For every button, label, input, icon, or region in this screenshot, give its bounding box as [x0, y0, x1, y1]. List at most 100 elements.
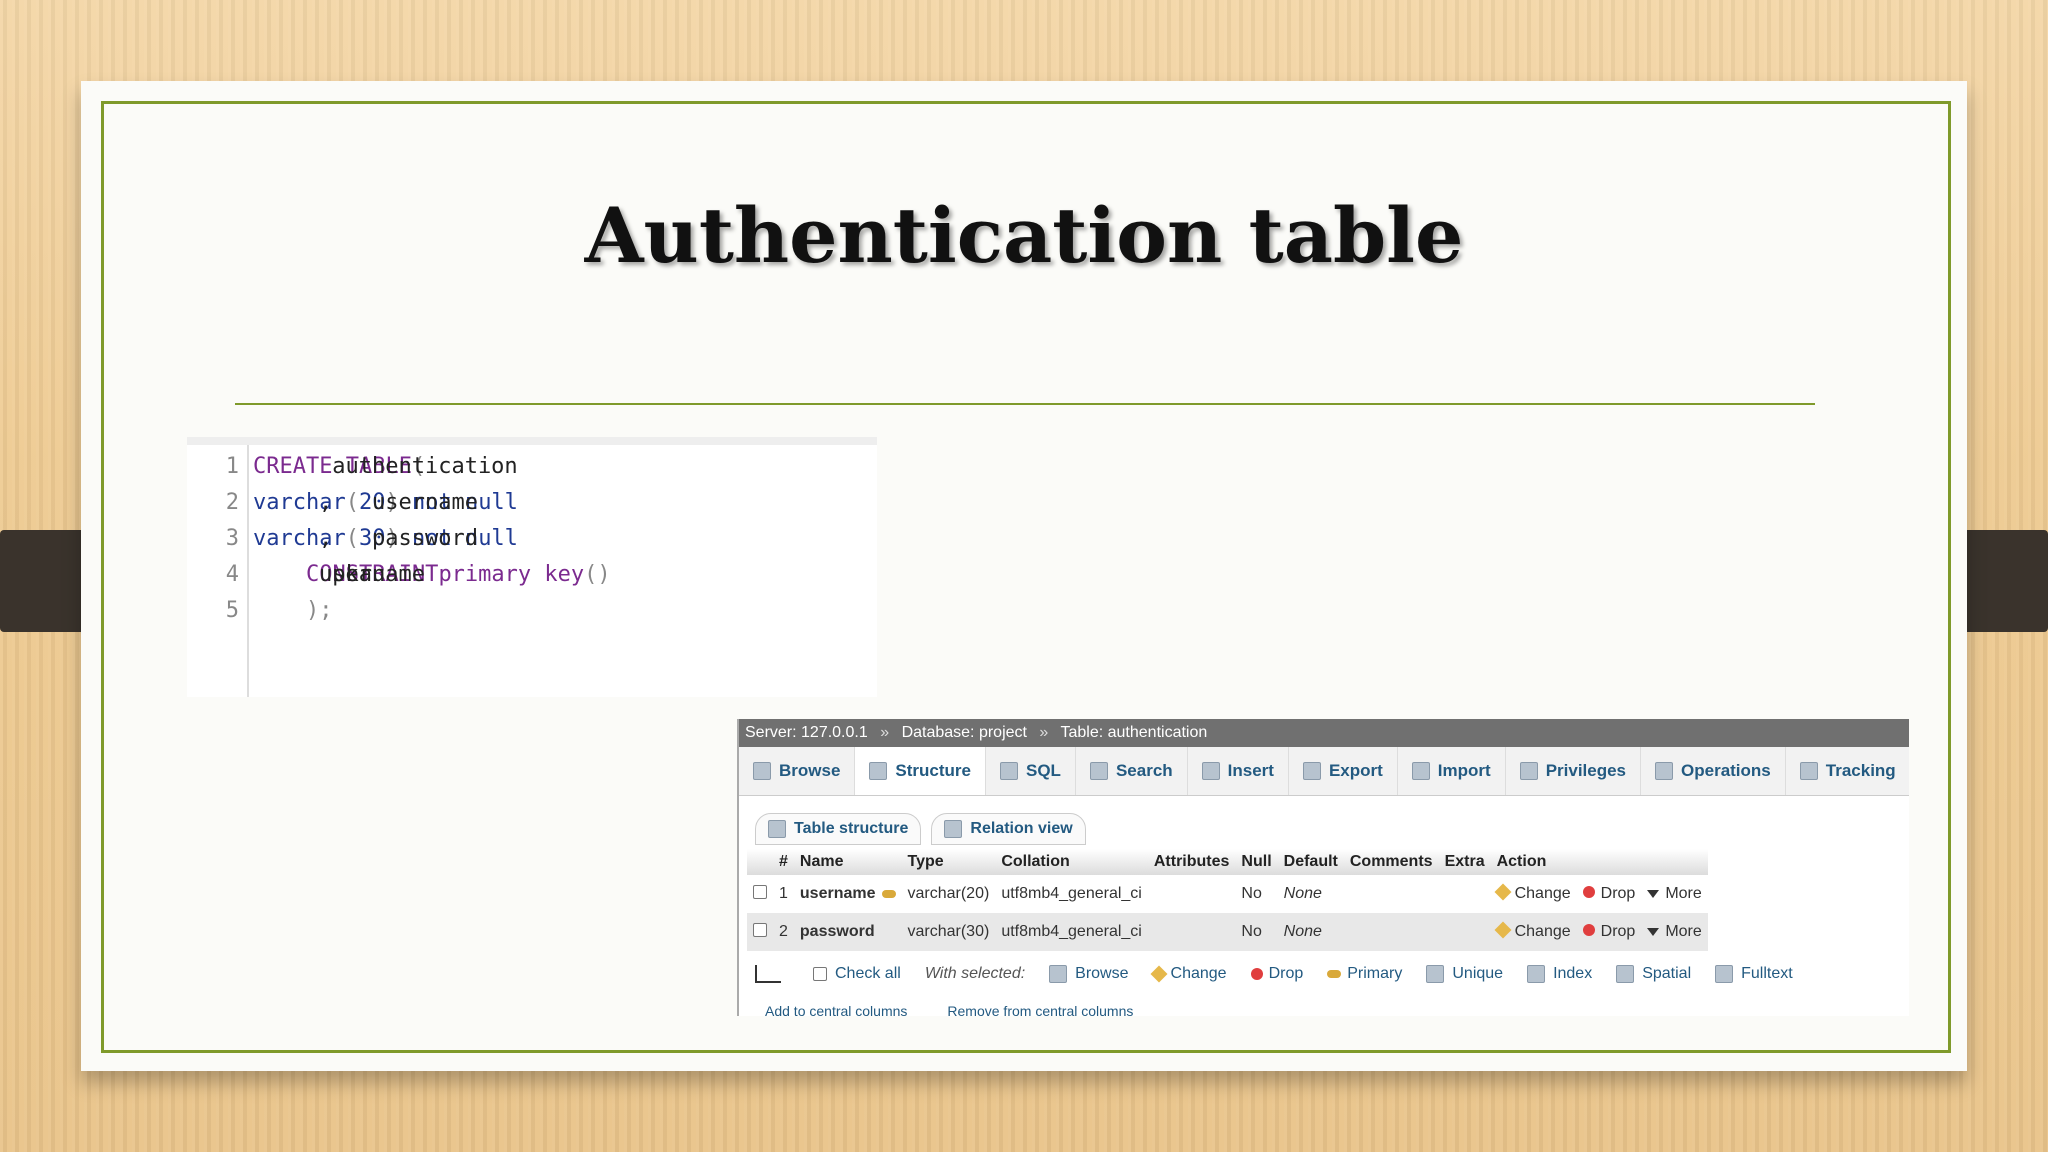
bulk-fulltext-button[interactable]: Fulltext: [1715, 965, 1793, 983]
subtabs: Table structure Relation view: [755, 813, 1086, 845]
remove-central-columns-link[interactable]: Remove from central columns: [947, 1003, 1133, 1016]
bulk-drop-button[interactable]: Drop: [1250, 965, 1304, 983]
subtab-label: Table structure: [794, 820, 909, 837]
row-checkbox[interactable]: [753, 884, 767, 899]
row-null: No: [1241, 885, 1262, 902]
relation-icon: [944, 820, 963, 838]
drop-icon: [1582, 886, 1595, 898]
central-columns-bar: Add to central columns Remove from centr…: [765, 1003, 1133, 1016]
row-extra: [1439, 875, 1491, 913]
bulk-label: Drop: [1268, 965, 1304, 982]
export-icon: [1302, 762, 1321, 780]
privileges-icon: [1519, 762, 1538, 780]
check-all-checkbox[interactable]: [813, 967, 827, 981]
tab-label: SQL: [1026, 761, 1061, 780]
drop-action[interactable]: Drop: [1576, 913, 1642, 951]
row-num: 1: [779, 885, 788, 902]
sql-code-block: 1 CREATE TABLE authentication (2 username…: [187, 437, 877, 697]
action-label: Change: [1514, 885, 1571, 902]
tab-label: Browse: [779, 761, 841, 780]
bulk-unique-button[interactable]: Unique: [1426, 965, 1503, 983]
header-action: Action: [1490, 849, 1708, 875]
add-central-columns-link[interactable]: Add to central columns: [765, 1003, 907, 1016]
bulk-label: Browse: [1075, 965, 1129, 982]
bulk-primary-button[interactable]: Primary: [1327, 965, 1402, 983]
browse-icon: [1049, 965, 1068, 983]
check-all-label: Check all: [835, 965, 901, 982]
unique-icon: [1426, 965, 1445, 983]
drop-action[interactable]: Drop: [1577, 875, 1642, 913]
more-action[interactable]: More: [1641, 913, 1708, 951]
breadcrumb-table[interactable]: Table: authentication: [1060, 724, 1207, 741]
line-number: 1: [225, 454, 239, 479]
header-null: Null: [1235, 849, 1278, 875]
row-collation: utf8mb4_general_ci: [1001, 885, 1142, 902]
tab-label: Structure: [895, 761, 971, 780]
tab-export[interactable]: Export: [1289, 747, 1398, 795]
sql-icon: [1000, 762, 1018, 780]
spatial-icon: [1616, 965, 1635, 983]
row-comments: [1344, 875, 1439, 913]
row-num: 2: [773, 913, 794, 951]
line-number: 2: [225, 490, 239, 515]
row-checkbox[interactable]: [753, 922, 767, 937]
with-selected-label: With selected:: [924, 965, 1026, 982]
row-attributes: [1147, 913, 1236, 951]
line-number: 3: [225, 526, 239, 551]
tab-label: Import: [1437, 761, 1491, 780]
subtab-relation-view[interactable]: Relation view: [931, 813, 1086, 845]
change-action[interactable]: Change: [1491, 875, 1577, 913]
line-number: 5: [225, 598, 239, 623]
more-action[interactable]: More: [1641, 875, 1707, 913]
drop-icon: [1582, 924, 1595, 936]
row-default: None: [1283, 885, 1322, 902]
tab-browse[interactable]: Browse: [739, 747, 856, 795]
bulk-label: Primary: [1347, 965, 1403, 982]
tab-label: Tracking: [1825, 761, 1896, 780]
tab-label: Export: [1328, 761, 1383, 780]
action-label: Drop: [1600, 885, 1636, 902]
insert-icon: [1201, 762, 1220, 780]
header-comments: Comments: [1343, 849, 1439, 875]
structure-icon: [869, 762, 888, 780]
pencil-icon: [1150, 965, 1168, 983]
tab-operations[interactable]: Operations: [1641, 747, 1786, 795]
check-all[interactable]: Check all: [813, 965, 901, 983]
search-icon: [1089, 762, 1108, 780]
tab-sql[interactable]: SQL: [986, 747, 1076, 795]
bulk-browse-button[interactable]: Browse: [1049, 965, 1129, 983]
header-default: Default: [1277, 849, 1344, 875]
breadcrumb-server[interactable]: Server: 127.0.0.1: [745, 724, 868, 741]
tab-label: Operations: [1681, 761, 1771, 780]
pencil-icon: [1494, 883, 1512, 901]
pencil-icon: [1494, 921, 1512, 939]
browse-icon: [753, 762, 771, 780]
line-number: 4: [225, 562, 239, 587]
slide-title: Authentication table: [584, 191, 1464, 280]
tab-privileges[interactable]: Privileges: [1506, 747, 1642, 795]
row-collation: utf8mb4_general_ci: [995, 913, 1148, 951]
row-null: No: [1235, 913, 1278, 951]
change-action[interactable]: Change: [1490, 913, 1577, 951]
bulk-actions-bar: Check all With selected: Browse Change D…: [755, 965, 1793, 983]
chevron-down-icon: [1647, 928, 1660, 936]
bulk-label: Unique: [1452, 965, 1504, 982]
tab-search[interactable]: Search: [1076, 747, 1188, 795]
tab-tracking[interactable]: Tracking: [1786, 747, 1909, 795]
header-type: Type: [901, 849, 996, 875]
bulk-change-button[interactable]: Change: [1150, 965, 1227, 983]
subtab-table-structure[interactable]: Table structure: [755, 813, 922, 845]
tab-structure[interactable]: Structure: [855, 747, 986, 795]
table-row: 1 username varchar(20) utf8mb4_general_c…: [747, 875, 1708, 913]
eye-icon: [1799, 762, 1818, 780]
primary-key-icon: [881, 890, 896, 898]
tab-import[interactable]: Import: [1398, 747, 1506, 795]
breadcrumb-database[interactable]: Database: project: [902, 724, 1027, 741]
code-text: password varchar(30) not null,: [253, 526, 518, 551]
header-collation: Collation: [995, 849, 1148, 875]
table-row: 2 password varchar(30) utf8mb4_general_c…: [747, 913, 1708, 951]
row-checkbox-cell: [747, 913, 773, 951]
bulk-index-button[interactable]: Index: [1527, 965, 1592, 983]
bulk-spatial-button[interactable]: Spatial: [1616, 965, 1691, 983]
tab-insert[interactable]: Insert: [1188, 747, 1289, 795]
